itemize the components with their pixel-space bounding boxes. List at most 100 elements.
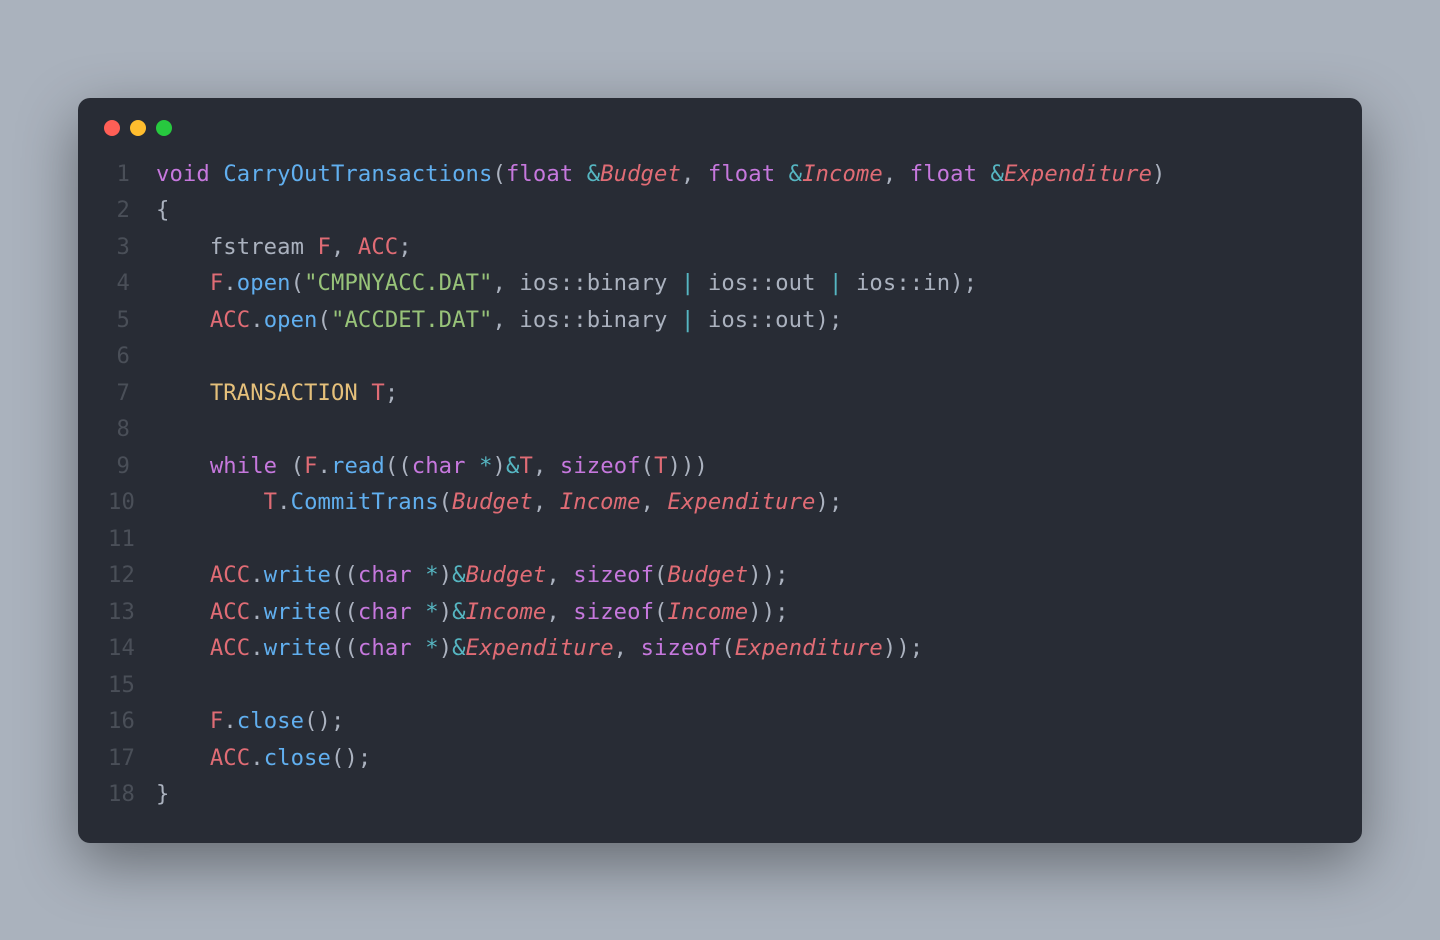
token-plain: . — [250, 562, 263, 588]
token-plain: binary — [587, 307, 681, 333]
token-plain: ( — [654, 562, 667, 588]
close-icon[interactable] — [104, 120, 120, 136]
token-plain: (( — [331, 562, 358, 588]
token-fn: open — [237, 270, 291, 296]
token-plain — [156, 745, 210, 771]
code-content: fstream F, ACC; — [156, 229, 1332, 266]
code-line: 12 ACC.write((char *)&Budget, sizeof(Bud… — [108, 557, 1332, 594]
code-line: 17 ACC.close(); — [108, 740, 1332, 777]
token-kw: sizeof — [641, 635, 722, 661]
token-plain: { — [156, 197, 169, 223]
token-plain — [156, 708, 210, 734]
code-line: 7 TRANSACTION T; — [108, 375, 1332, 412]
token-plain: ios — [843, 270, 897, 296]
token-param: Expenditure — [667, 489, 815, 515]
code-content: ACC.close(); — [156, 740, 1332, 777]
token-plain — [156, 380, 210, 406]
token-plain: , — [641, 489, 668, 515]
token-type: char — [358, 635, 412, 661]
token-plain: . — [223, 270, 236, 296]
code-content — [156, 411, 1332, 448]
token-param: Budget — [668, 562, 749, 588]
code-line: 1void CarryOutTransactions(float &Budget… — [108, 156, 1332, 193]
line-number: 3 — [108, 229, 156, 266]
token-plain: binary — [587, 270, 681, 296]
token-fn: CarryOutTransactions — [223, 161, 492, 187]
token-kw: sizeof — [573, 562, 654, 588]
token-plain: , ios — [493, 270, 560, 296]
token-plain: . — [223, 708, 236, 734]
line-number: 15 — [108, 667, 156, 704]
token-plain: } — [156, 781, 169, 807]
code-window: 1void CarryOutTransactions(float &Budget… — [78, 98, 1362, 843]
token-param: Income — [560, 489, 641, 515]
token-plain — [573, 161, 586, 187]
code-line: 14 ACC.write((char *)&Expenditure, sizeo… — [108, 630, 1332, 667]
token-op: | — [829, 270, 842, 296]
token-plain: out — [775, 270, 829, 296]
token-type: char — [358, 599, 412, 625]
token-op: & — [789, 161, 802, 187]
token-plain: ) — [1152, 161, 1165, 187]
code-line: 2{ — [108, 192, 1332, 229]
token-plain — [775, 161, 788, 187]
line-number: 12 — [108, 557, 156, 594]
token-param: Budget — [466, 562, 547, 588]
token-plain: (( — [385, 453, 412, 479]
line-number: 13 — [108, 594, 156, 631]
token-plain: (); — [304, 708, 344, 734]
token-plain: (( — [331, 599, 358, 625]
code-line: 8 — [108, 411, 1332, 448]
line-number: 4 — [108, 265, 156, 302]
code-content: } — [156, 776, 1332, 813]
code-content: ACC.open("ACCDET.DAT", ios::binary | ios… — [156, 302, 1332, 339]
token-plain — [210, 161, 223, 187]
line-number: 16 — [108, 703, 156, 740]
token-plain: , — [614, 635, 641, 661]
token-param: Expenditure — [735, 635, 883, 661]
token-fn: CommitTrans — [291, 489, 439, 515]
token-type: float — [506, 161, 573, 187]
token-plain: , — [533, 489, 560, 515]
code-content: ACC.write((char *)&Income, sizeof(Income… — [156, 594, 1332, 631]
code-editor[interactable]: 1void CarryOutTransactions(float &Budget… — [78, 136, 1362, 813]
token-kw: while — [210, 453, 277, 479]
token-plain: :: — [748, 307, 775, 333]
token-param: Expenditure — [466, 635, 614, 661]
token-plain: :: — [560, 270, 587, 296]
token-plain: )); — [883, 635, 923, 661]
token-plain: . — [250, 745, 263, 771]
token-ident: F — [318, 234, 331, 260]
token-ident: F — [210, 708, 223, 734]
token-plain: ( — [277, 453, 304, 479]
token-param: Expenditure — [1004, 161, 1152, 187]
token-plain: ) — [439, 635, 452, 661]
token-str: "CMPNYACC.DAT" — [304, 270, 492, 296]
token-param: Budget — [600, 161, 681, 187]
token-ident: ACC — [210, 635, 250, 661]
token-plain: out); — [775, 307, 842, 333]
token-type: float — [910, 161, 977, 187]
line-number: 9 — [108, 448, 156, 485]
token-param: Income — [466, 599, 547, 625]
token-plain: )); — [748, 599, 788, 625]
token-plain: fstream — [156, 234, 318, 260]
token-plain: . — [318, 453, 331, 479]
token-ident: ACC — [210, 745, 250, 771]
token-plain: . — [250, 599, 263, 625]
line-number: 7 — [108, 375, 156, 412]
token-plain — [412, 599, 425, 625]
token-plain: :: — [748, 270, 775, 296]
code-content: F.open("CMPNYACC.DAT", ios::binary | ios… — [156, 265, 1332, 302]
minimize-icon[interactable] — [130, 120, 146, 136]
token-plain: ( — [721, 635, 734, 661]
code-line: 9 while (F.read((char *)&T, sizeof(T))) — [108, 448, 1332, 485]
token-fn: write — [264, 635, 331, 661]
token-plain: ); — [816, 489, 843, 515]
maximize-icon[interactable] — [156, 120, 172, 136]
token-fn: close — [237, 708, 304, 734]
line-number: 2 — [108, 192, 156, 229]
code-content: ACC.write((char *)&Budget, sizeof(Budget… — [156, 557, 1332, 594]
token-param: Budget — [452, 489, 533, 515]
token-plain — [977, 161, 990, 187]
